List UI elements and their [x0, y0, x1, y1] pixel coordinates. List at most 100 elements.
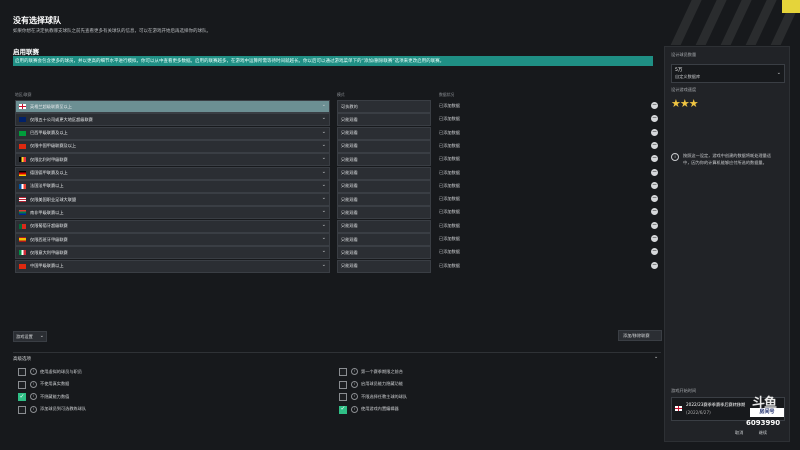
- star-icon: ★: [688, 97, 699, 110]
- option-label: 第一个赛季期限之前合: [361, 368, 403, 374]
- chevron-down-icon: ⌄: [776, 70, 781, 76]
- add-remove-leagues-button[interactable]: 添加/移除联赛: [618, 330, 662, 341]
- league-dropdown[interactable]: 仅限意大利甲级联赛 ⌄: [15, 246, 330, 260]
- info-icon: i: [351, 368, 358, 375]
- mode-dropdown[interactable]: 只能观看 ⌄: [337, 153, 431, 167]
- league-name: 仅限美国职业足球大联盟: [30, 196, 77, 202]
- mode-dropdown[interactable]: 只能观看 ⌄: [337, 259, 431, 273]
- data-status: 已添加数据: [439, 142, 460, 148]
- league-dropdown[interactable]: 法国法甲联赛以上 ⌄: [15, 179, 330, 193]
- mode-dropdown[interactable]: 只能观看 ⌄: [337, 193, 431, 207]
- mode-dropdown[interactable]: 只能观看 ⌄: [337, 206, 431, 220]
- league-dropdown[interactable]: 英格兰超级联赛至以上 ⌄: [15, 100, 330, 113]
- chevron-down-icon: ⌄: [321, 102, 326, 108]
- data-status: 已添加数据: [439, 129, 460, 135]
- league-dropdown[interactable]: 仅限中国甲级联赛及以上 ⌄: [15, 139, 330, 153]
- spain-flag-icon: [19, 237, 26, 242]
- league-dropdown[interactable]: 仅限五十公司或更大地区超级联赛 ⌄: [15, 113, 330, 127]
- remove-icon[interactable]: −: [651, 261, 658, 269]
- league-dropdown[interactable]: 南非甲级联赛以上 ⌄: [15, 206, 330, 220]
- mode-dropdown[interactable]: 可执教的 ⌄: [337, 100, 431, 113]
- league-name: 英格兰超级联赛至以上: [30, 103, 72, 109]
- remove-icon[interactable]: −: [651, 115, 658, 123]
- remove-icon[interactable]: −: [651, 141, 658, 149]
- chevron-down-icon: ⌄: [341, 116, 345, 122]
- option-label: 不隐藏能力数值: [40, 393, 70, 399]
- league-dropdown[interactable]: 仅限美国职业足球大联盟 ⌄: [15, 193, 330, 207]
- checkbox[interactable]: [339, 380, 347, 389]
- china-flag-icon: [19, 143, 26, 149]
- chevron-down-icon: ⌄: [321, 141, 326, 148]
- remove-icon[interactable]: −: [651, 208, 658, 216]
- england-flag-icon: [19, 104, 26, 109]
- mode-dropdown[interactable]: 只能观看 ⌄: [337, 139, 431, 153]
- game-settings-dropdown[interactable]: 游戏设置 ⌄: [13, 331, 47, 342]
- option-label: 不限选择任教主球的球队: [361, 393, 408, 399]
- mode-dropdown[interactable]: 只能观看 ⌄: [337, 166, 431, 180]
- league-dropdown[interactable]: 巴西甲级联赛及以上 ⌄: [15, 126, 330, 140]
- chevron-down-icon[interactable]: ⌄: [654, 354, 658, 360]
- remove-icon[interactable]: −: [651, 248, 658, 256]
- chevron-down-icon: ⌄: [321, 181, 326, 188]
- data-status: 已添加数据: [439, 196, 460, 202]
- mode-dropdown[interactable]: 只能观看 ⌄: [337, 126, 431, 140]
- mode-dropdown[interactable]: 只能观看 ⌄: [337, 113, 431, 127]
- data-status: 已添加数据: [439, 222, 460, 228]
- league-row: 仅限五十公司或更大地区超级联赛 ⌄ 只能观看 ⌄ 已添加数据 −: [13, 113, 663, 127]
- italy-flag-icon: [19, 250, 26, 256]
- league-row: 仅限意大利甲级联赛 ⌄ 只能观看 ⌄ 已添加数据 −: [13, 246, 663, 260]
- league-dropdown[interactable]: 仅限西班牙甲级联赛 ⌄: [15, 233, 330, 246]
- league-dropdown[interactable]: 仅限比利时甲级联赛 ⌄: [15, 153, 330, 167]
- db-size-dropdown[interactable]: 5万 自定义数据库 ⌄: [671, 64, 785, 83]
- corner-tab[interactable]: [782, 0, 800, 13]
- remove-icon[interactable]: −: [651, 102, 658, 109]
- league-name: 仅限中国甲级联赛及以上: [30, 143, 77, 149]
- mode-dropdown[interactable]: 只能观看 ⌄: [337, 246, 431, 260]
- option-label: 不使用真实数据: [40, 381, 70, 386]
- info-icon: i: [30, 405, 37, 413]
- checkbox[interactable]: [339, 368, 347, 376]
- data-status: 已添加数据: [439, 262, 460, 268]
- speed-description: 按照这一设定，游戏中创建的数据将耗处理量适中，因为你的计算机能够应付所选的数据量…: [683, 153, 771, 165]
- league-name: 德国德甲联赛及以上: [30, 170, 68, 175]
- remove-icon[interactable]: −: [651, 235, 658, 242]
- banner-text: 启用的联赛会包含更多的球员，并以更高的细节水平进行模拟，你可以从中查看更多数据。…: [15, 59, 445, 64]
- db-size-sub: 自定义数据库: [675, 74, 701, 79]
- remove-icon[interactable]: −: [651, 168, 658, 176]
- checkbox[interactable]: [18, 393, 26, 401]
- england-flag-icon: [675, 406, 682, 411]
- league-dropdown[interactable]: 德国德甲联赛及以上 ⌄: [15, 166, 330, 180]
- column-header-mode: 模式: [337, 92, 345, 97]
- league-name: 法国法甲联赛以上: [30, 183, 64, 189]
- checkbox[interactable]: [18, 380, 26, 389]
- remove-icon[interactable]: −: [651, 128, 658, 136]
- checkbox[interactable]: [339, 393, 347, 401]
- option-label: 启用球员能力隐藏功能: [361, 381, 403, 386]
- mode-dropdown[interactable]: 只能观看 ⌄: [337, 233, 431, 246]
- chevron-down-icon: ⌄: [341, 156, 345, 162]
- db-size-label: 设计球员数量: [671, 52, 697, 57]
- usa-flag-icon: [19, 197, 26, 203]
- leagues-section-title: 启用联赛: [13, 48, 39, 56]
- checkbox[interactable]: [18, 405, 26, 414]
- remove-icon[interactable]: −: [651, 155, 658, 163]
- data-status: 已添加数据: [439, 236, 460, 241]
- checkbox[interactable]: [339, 405, 347, 414]
- league-dropdown[interactable]: 中国甲级联赛以上 ⌄: [15, 259, 330, 273]
- data-status: 已添加数据: [439, 249, 460, 255]
- info-icon: i: [671, 153, 679, 161]
- option-label: 使用虚拟的球员与职员: [40, 368, 82, 374]
- remove-icon[interactable]: −: [651, 181, 658, 189]
- game-settings-label: 游戏设置: [16, 334, 33, 339]
- chevron-down-icon: ⌄: [341, 263, 345, 269]
- south-africa-flag-icon: [19, 210, 26, 216]
- league-dropdown[interactable]: 仅限葡萄牙超级联赛 ⌄: [15, 219, 330, 233]
- divider: [13, 352, 661, 353]
- checkbox[interactable]: [18, 368, 26, 376]
- league-name: 南非甲级联赛以上: [30, 209, 64, 215]
- remove-icon[interactable]: −: [651, 221, 658, 229]
- mode-dropdown[interactable]: 只能观看 ⌄: [337, 219, 431, 233]
- mode-dropdown[interactable]: 只能观看 ⌄: [337, 179, 431, 193]
- info-icon: i: [30, 368, 37, 375]
- remove-icon[interactable]: −: [651, 195, 658, 203]
